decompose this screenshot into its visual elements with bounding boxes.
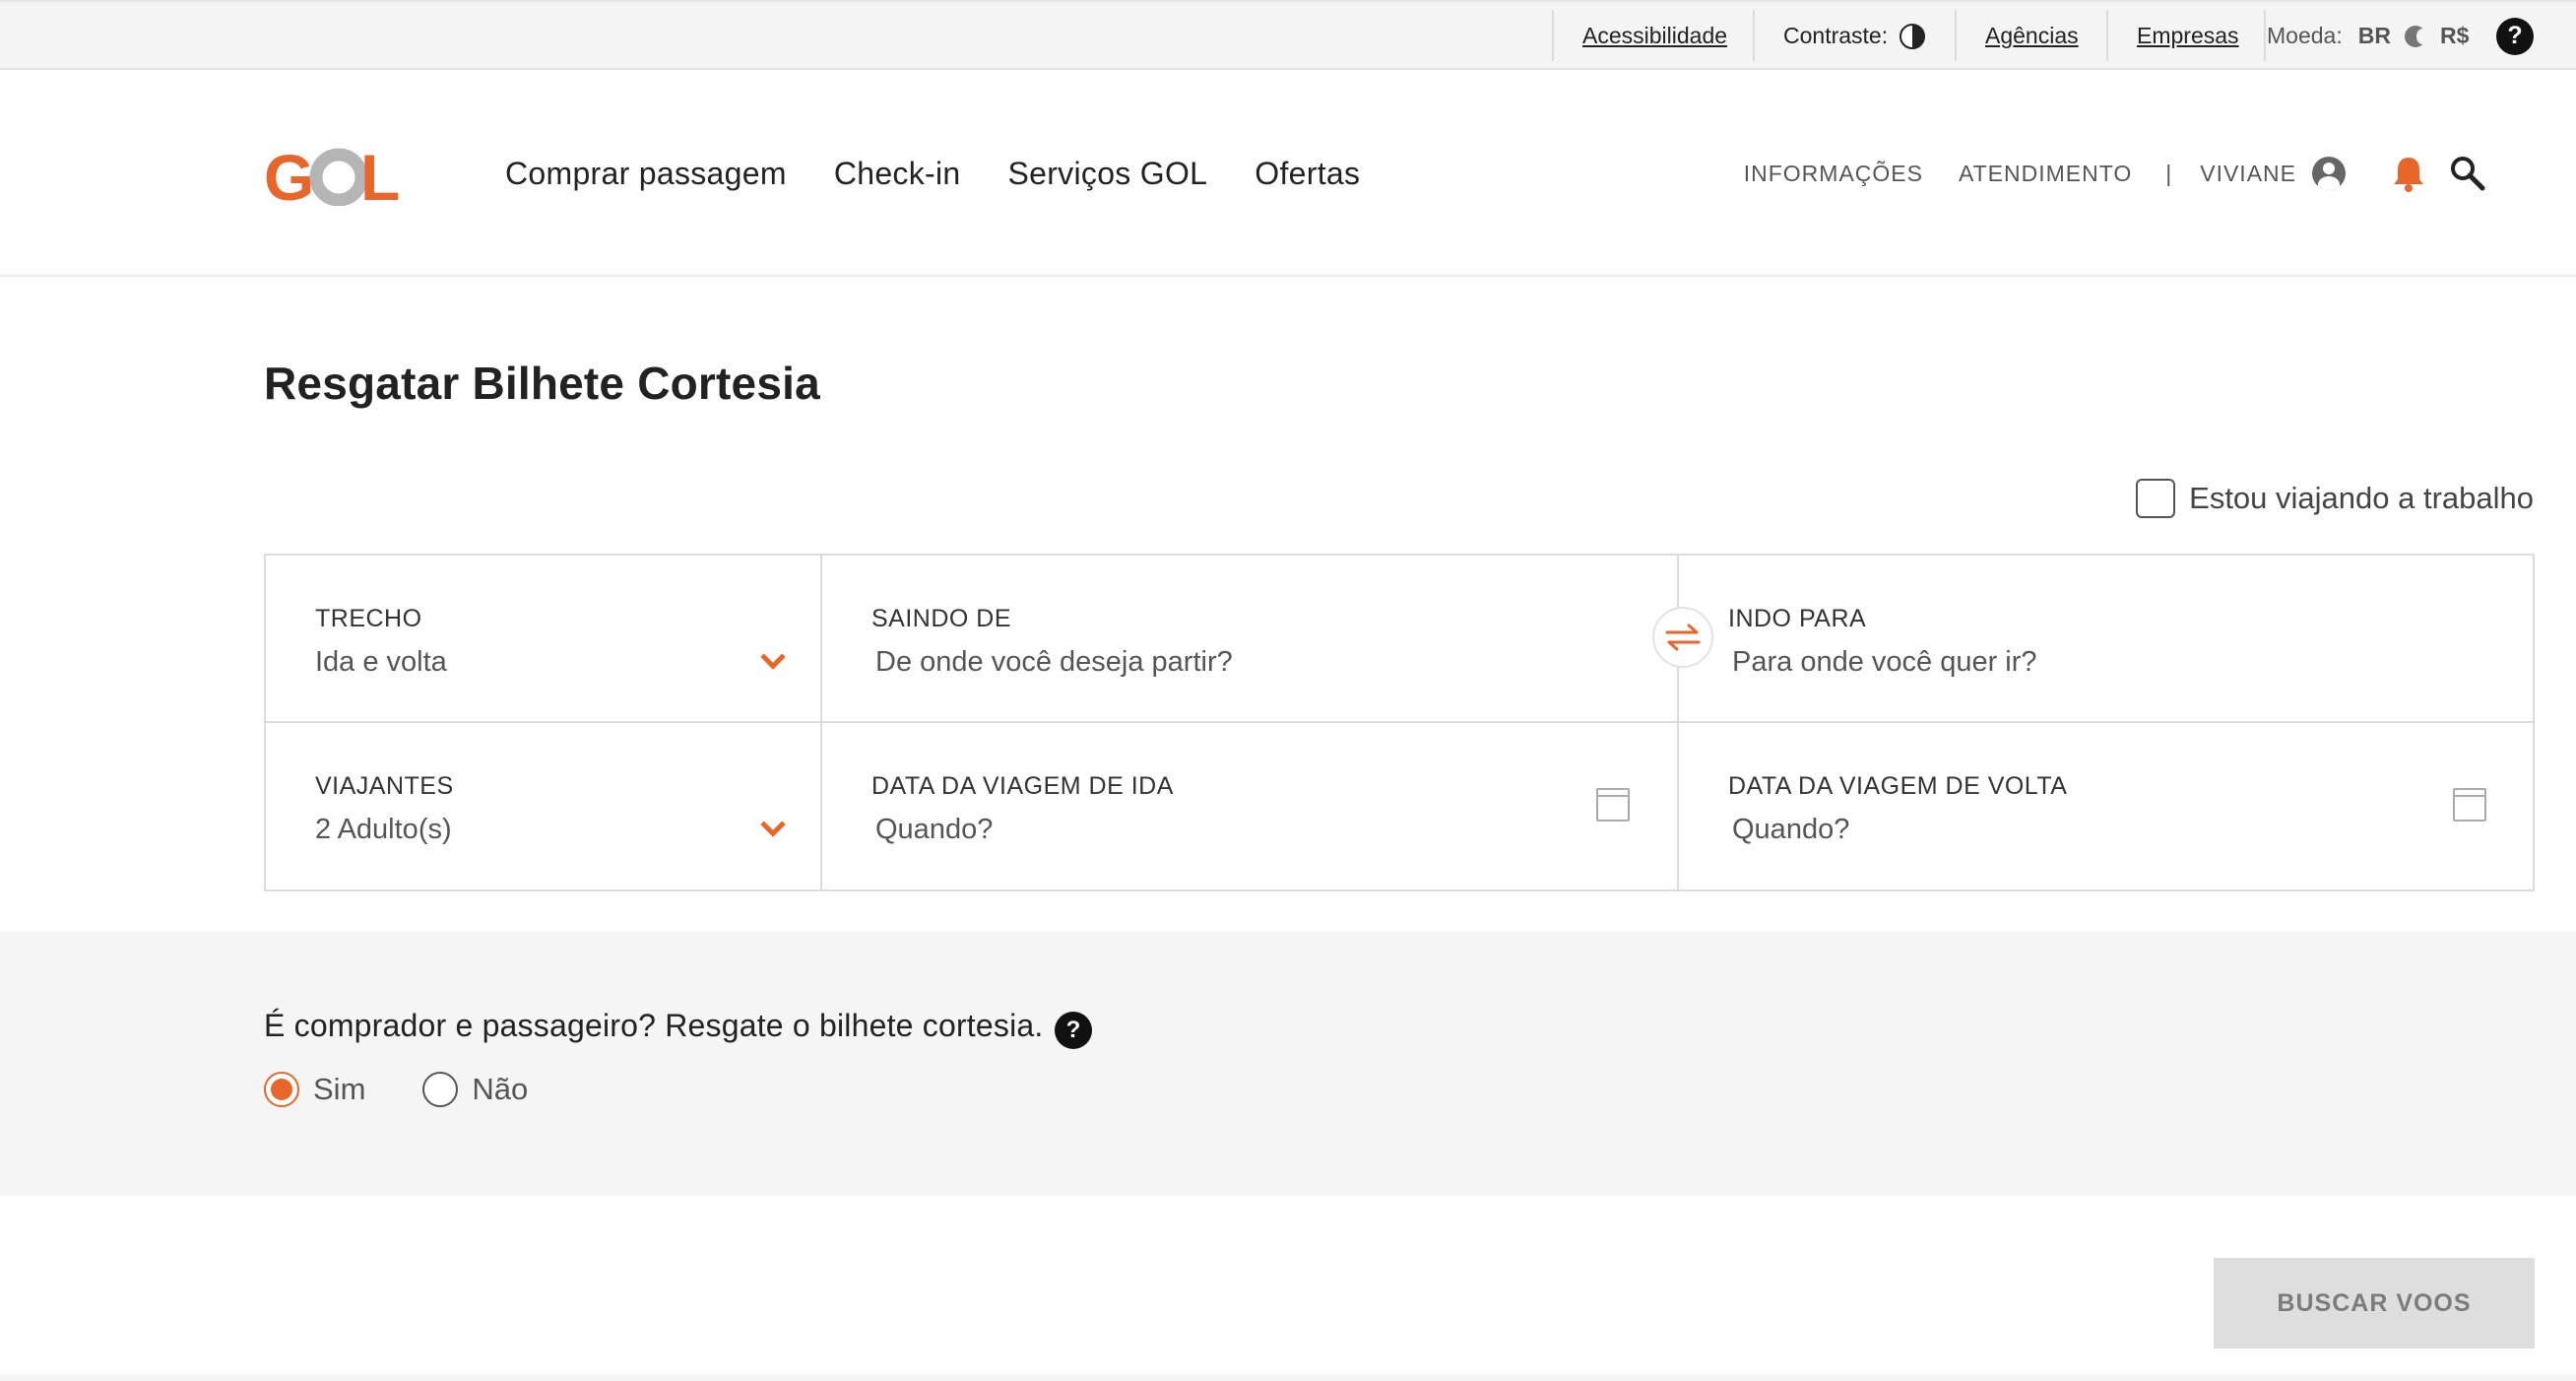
work-travel-option[interactable]: Estou viajando a trabalho <box>2136 479 2534 518</box>
companies-label: Empresas <box>2137 23 2239 48</box>
return-date-placeholder: Quando? <box>1732 814 1850 845</box>
main-nav: Comprar passagem Check-in Serviços GOL O… <box>505 70 1360 277</box>
travelers-value: 2 Adulto(s) <box>315 814 452 845</box>
calendar-icon <box>2453 788 2486 822</box>
divider <box>2264 10 2266 61</box>
origin-placeholder: De onde você deseja partir? <box>875 646 1233 678</box>
calendar-icon <box>1596 788 1630 822</box>
return-date-field[interactable]: DATA DA VIAGEM DE VOLTA Quando? <box>1679 723 2535 891</box>
chevron-down-icon <box>760 644 786 670</box>
swap-route-button[interactable] <box>1652 607 1713 668</box>
courtesy-question: É comprador e passageiro? Resgate o bilh… <box>264 1008 1044 1043</box>
agencies-label: Agências <box>1985 23 2079 48</box>
nav-information[interactable]: INFORMAÇÕES <box>1744 161 1923 187</box>
divider <box>2106 10 2108 61</box>
search-flights-button[interactable]: BUSCAR VOOS <box>2214 1258 2535 1348</box>
agencies-link[interactable]: Agências <box>1985 2 2079 70</box>
nav-divider: | <box>2165 160 2173 186</box>
origin-label: SAINDO DE <box>871 605 1012 632</box>
page-title: Resgatar Bilhete Cortesia <box>264 358 820 409</box>
currency-selector[interactable]: Moeda: BR R$ <box>2267 2 2469 70</box>
search-icon[interactable] <box>2448 154 2487 193</box>
nav-support[interactable]: ATENDIMENTO <box>1959 161 2132 187</box>
main-header: G L Comprar passagem Check-in Serviços G… <box>0 70 2576 277</box>
currency-label: Moeda: <box>2267 23 2343 48</box>
nav-gol-services[interactable]: Serviços GOL <box>1007 156 1207 192</box>
currency-symbol: R$ <box>2439 23 2470 48</box>
accessibility-link[interactable]: Acessibilidade <box>1582 2 1727 70</box>
nav-offers[interactable]: Ofertas <box>1255 156 1360 192</box>
radio-no-label[interactable]: Não <box>472 1072 528 1107</box>
help-button[interactable]: ? <box>2496 2 2534 70</box>
contrast-toggle[interactable]: Contraste: <box>1783 2 1926 70</box>
companies-link[interactable]: Empresas <box>2137 2 2239 70</box>
courtesy-radio-group: Sim Não <box>264 1072 585 1107</box>
nav-buy-ticket[interactable]: Comprar passagem <box>505 156 787 192</box>
accessibility-label: Acessibilidade <box>1582 23 1728 48</box>
departure-date-field[interactable]: DATA DA VIAGEM DE IDA Quando? <box>822 723 1679 891</box>
radio-no[interactable] <box>422 1072 459 1107</box>
trip-type-select[interactable]: TRECHO Ida e volta <box>266 556 822 723</box>
user-name[interactable]: VIVIANE <box>2200 161 2296 187</box>
travelers-label: VIAJANTES <box>315 772 454 800</box>
help-icon: ? <box>2496 17 2534 55</box>
utility-bar: Acessibilidade Contraste: Agências Empre… <box>0 0 2576 70</box>
radio-yes[interactable] <box>264 1072 299 1107</box>
currency-toggle-icon <box>2404 25 2428 47</box>
destination-field[interactable]: INDO PARA Para onde você quer ir? <box>1679 556 2535 723</box>
swap-arrows-icon <box>1665 624 1701 651</box>
bell-icon[interactable] <box>2389 154 2428 193</box>
origin-field[interactable]: SAINDO DE De onde você deseja partir? <box>822 556 1679 723</box>
nav-check-in[interactable]: Check-in <box>834 156 961 192</box>
courtesy-section <box>0 932 2576 1196</box>
destination-placeholder: Para onde você quer ir? <box>1732 646 2037 678</box>
departure-date-placeholder: Quando? <box>875 814 994 845</box>
divider <box>1955 10 1957 61</box>
work-travel-checkbox[interactable] <box>2136 479 2176 518</box>
divider <box>1552 10 1554 61</box>
return-date-label: DATA DA VIAGEM DE VOLTA <box>1728 772 2068 800</box>
currency-country: BR <box>2357 23 2391 48</box>
contrast-icon <box>1900 23 1926 49</box>
departure-date-label: DATA DA VIAGEM DE IDA <box>871 772 1174 800</box>
travelers-select[interactable]: VIAJANTES 2 Adulto(s) <box>266 723 822 891</box>
trip-type-value: Ida e volta <box>315 646 447 678</box>
page-fold <box>0 1369 2576 1381</box>
flight-search-form: TRECHO Ida e volta SAINDO DE De onde voc… <box>264 554 2535 891</box>
user-account-icon[interactable] <box>2312 157 2346 190</box>
secondary-nav: INFORMAÇÕES ATENDIMENTO | VIVIANE <box>1744 70 2487 277</box>
work-travel-label: Estou viajando a trabalho <box>2189 481 2534 515</box>
destination-label: INDO PARA <box>1728 605 1867 632</box>
courtesy-help-icon[interactable]: ? <box>1055 1012 1092 1049</box>
contrast-label: Contraste: <box>1783 23 1889 48</box>
chevron-down-icon <box>760 812 786 837</box>
radio-yes-label[interactable]: Sim <box>313 1072 365 1107</box>
svg-text:L: L <box>360 143 400 206</box>
svg-text:G: G <box>264 143 311 206</box>
trip-type-label: TRECHO <box>315 605 422 632</box>
divider <box>1753 10 1755 61</box>
gol-logo[interactable]: G L <box>264 143 406 206</box>
